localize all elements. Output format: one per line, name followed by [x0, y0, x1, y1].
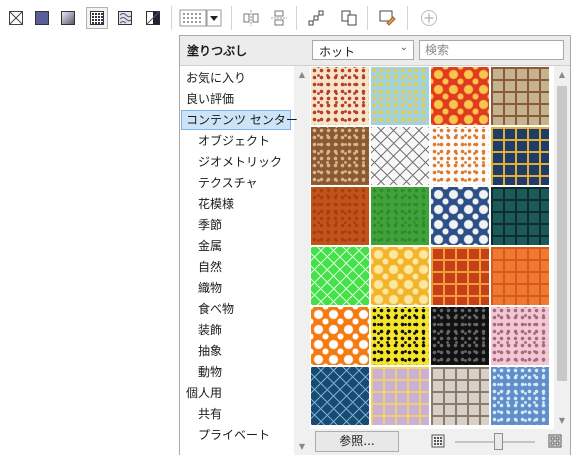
pattern-brown-speckles[interactable]: [311, 127, 369, 185]
tree-item[interactable]: 個人用: [182, 383, 222, 403]
horizontal-mirror-icon[interactable]: [240, 7, 262, 29]
slider-thumb[interactable]: [494, 433, 503, 450]
pattern-lavender-checks[interactable]: [371, 367, 429, 425]
pattern-gray-weave[interactable]: [431, 367, 489, 425]
tree-item[interactable]: 花模様: [182, 194, 234, 214]
toolbar-separator: [367, 6, 368, 30]
fill-preview-icon[interactable]: [178, 7, 224, 29]
tree-item[interactable]: 装飾: [182, 320, 222, 340]
chevron-down-icon: ⌄: [399, 42, 408, 53]
no-fill-icon[interactable]: [5, 7, 27, 29]
tree-item[interactable]: お気に入り: [182, 68, 246, 88]
pattern-fill-icon[interactable]: [86, 7, 108, 29]
pattern-brown-beads[interactable]: [491, 67, 549, 125]
tree-item[interactable]: 共有: [182, 404, 222, 424]
large-thumbnail-icon[interactable]: [548, 434, 562, 448]
panel-title: 塗りつぶし: [187, 44, 248, 58]
pattern-orange-bubbles[interactable]: [311, 307, 369, 365]
pattern-blue-ice[interactable]: [491, 367, 549, 425]
scroll-up-icon[interactable]: ▲: [554, 70, 570, 79]
toolbar-separator: [296, 6, 297, 30]
pattern-navy-birds[interactable]: [311, 367, 369, 425]
pattern-white-lattice[interactable]: [371, 127, 429, 185]
gallery-scroll-thumb[interactable]: [557, 86, 567, 381]
tree-item[interactable]: ジオメトリック: [182, 152, 282, 172]
pattern-green-lace[interactable]: [311, 247, 369, 305]
tree-item[interactable]: 良い評価: [182, 89, 234, 109]
postscript-fill-icon[interactable]: [142, 7, 164, 29]
pattern-teal-checks[interactable]: [491, 187, 549, 245]
category-tree: ▲ ▼ お気に入り 良い評価 コンテンツ センター オブジェクト ジオメトリック テクスチ…: [180, 66, 310, 455]
pattern-yellow-leaves[interactable]: [371, 247, 429, 305]
tree-item[interactable]: 金属: [182, 236, 222, 256]
pattern-blue-rabbits[interactable]: [431, 187, 489, 245]
uniform-fill-icon[interactable]: [31, 7, 53, 29]
pattern-navy-chains[interactable]: [491, 127, 549, 185]
search-input[interactable]: [419, 40, 564, 60]
pattern-yellow-animals[interactable]: [371, 307, 429, 365]
toolbar-separator: [231, 6, 232, 30]
small-thumbnail-icon[interactable]: [431, 434, 445, 448]
pattern-green-grass[interactable]: [371, 187, 429, 245]
filter-dropdown[interactable]: ホット ⌄: [312, 40, 414, 60]
pattern-gallery: ▲ ▼: [310, 66, 570, 429]
pattern-white-confetti[interactable]: [431, 127, 489, 185]
fountain-fill-icon[interactable]: [57, 7, 79, 29]
gallery-scrollbar[interactable]: ▲ ▼: [554, 66, 570, 429]
add-fill-icon[interactable]: [418, 7, 440, 29]
tree-item[interactable]: 食べ物: [182, 299, 234, 319]
pattern-black-stars[interactable]: [431, 307, 489, 365]
vertical-mirror-icon[interactable]: [268, 7, 290, 29]
toolbar-separator: [407, 6, 408, 30]
toolbar-separator: [171, 6, 172, 30]
panel-footer: 参照...: [310, 429, 570, 455]
tree-item[interactable]: 抽象: [182, 341, 222, 361]
tree-item[interactable]: オブジェクト: [182, 131, 270, 151]
copy-fill-icon[interactable]: [338, 7, 360, 29]
tree-item[interactable]: 織物: [182, 278, 222, 298]
pattern-orange-texture[interactable]: [311, 187, 369, 245]
filter-dropdown-value: ホット: [319, 45, 356, 59]
pattern-cream-objects[interactable]: [311, 67, 369, 125]
transform-icon[interactable]: [305, 7, 327, 29]
tree-item[interactable]: 自然: [182, 257, 222, 277]
tree-item[interactable]: コンテンツ センター: [181, 110, 298, 130]
scroll-down-icon[interactable]: ▼: [554, 416, 570, 425]
pattern-pink-florals[interactable]: [491, 307, 549, 365]
tree-item[interactable]: プライベート: [182, 425, 270, 445]
edit-fill-icon[interactable]: [376, 7, 398, 29]
texture-fill-icon[interactable]: [114, 7, 136, 29]
pattern-red-tiles[interactable]: [431, 247, 489, 305]
fill-toolbar: [0, 0, 571, 35]
tree-item[interactable]: 季節: [182, 215, 222, 235]
scroll-down-icon[interactable]: ▼: [294, 442, 310, 451]
tree-item[interactable]: テクスチャ: [182, 173, 258, 193]
panel-header: 塗りつぶし ホット ⌄: [180, 36, 570, 66]
pattern-lightblue-shapes[interactable]: [371, 67, 429, 125]
tree-item[interactable]: 動物: [182, 362, 222, 382]
scroll-up-icon[interactable]: ▲: [294, 70, 310, 79]
fill-picker-panel: 塗りつぶし ホット ⌄ ▲ ▼ お気に入り良い評価コンテンツ センターオブジェク…: [179, 35, 571, 455]
browse-button[interactable]: 参照...: [315, 431, 399, 452]
pattern-red-flowers[interactable]: [431, 67, 489, 125]
pattern-orange-bricks[interactable]: [491, 247, 549, 305]
